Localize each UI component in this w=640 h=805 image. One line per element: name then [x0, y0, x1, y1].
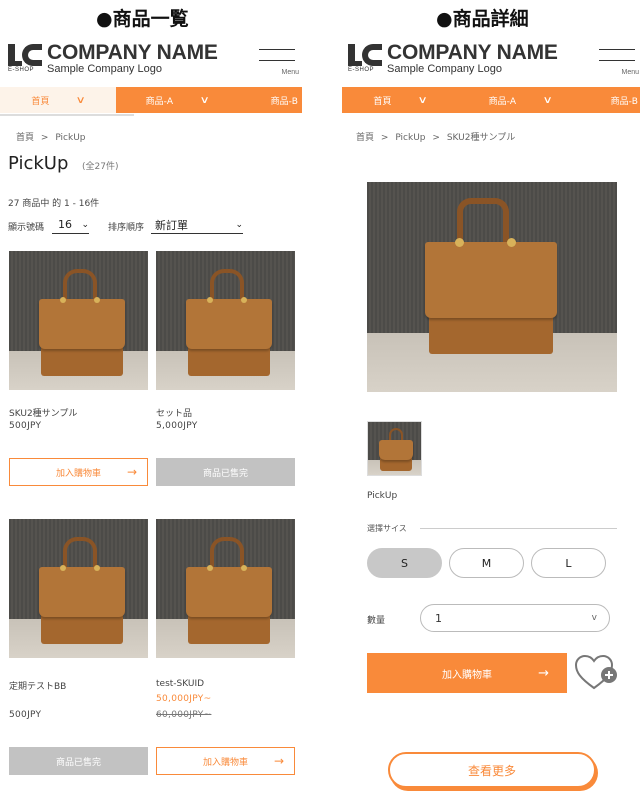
chevron-down-icon: ∨: [417, 94, 429, 106]
thumb-caption: PickUp: [367, 491, 398, 501]
sold-out-button: 商品已售完: [9, 747, 148, 775]
main-nav: 首頁 ∨ 商品-A ∨ 商品-B: [342, 87, 640, 113]
size-option-l[interactable]: L: [531, 548, 606, 578]
add-to-cart-button[interactable]: 加入購物車 →: [9, 458, 148, 486]
logo-sub: Sample Company Logo: [47, 63, 162, 75]
nav-item-home[interactable]: 首頁 ∨: [0, 87, 116, 113]
product-original-price: 60,000JPY~: [156, 710, 212, 720]
arrow-right-icon: →: [538, 665, 549, 681]
logo-sub: Sample Company Logo: [387, 63, 502, 75]
sort-select[interactable]: 新訂單 ⌄: [151, 216, 243, 234]
product-image[interactable]: [9, 519, 148, 658]
menu-button[interactable]: Menu: [599, 47, 639, 79]
heart-plus-icon[interactable]: [574, 654, 620, 694]
item-count: (全27件): [82, 162, 119, 172]
hamburger-icon: [259, 49, 295, 50]
right-section-title: ●商品詳細: [436, 8, 529, 30]
main-nav: 首頁 ∨ 商品-A ∨ 商品-B: [0, 87, 302, 113]
nav-item-a[interactable]: 商品-A ∨: [458, 87, 582, 113]
breadcrumb-home[interactable]: 首頁: [356, 133, 374, 143]
logo-mark-icon: E-SHOP: [348, 43, 382, 74]
product-image[interactable]: [9, 251, 148, 390]
sold-out-button: 商品已售完: [156, 458, 295, 486]
size-option-m[interactable]: M: [449, 548, 524, 578]
product-main-image[interactable]: [367, 182, 617, 392]
product-price: 500JPY: [9, 421, 42, 431]
chevron-down-icon: ⌄: [235, 219, 243, 230]
product-name[interactable]: SKU2種サンプル: [9, 406, 77, 419]
logo-name: COMPANY NAME: [387, 41, 558, 64]
product-name[interactable]: セット品: [156, 406, 192, 419]
quantity-select[interactable]: 1v: [420, 604, 610, 632]
page-title: PickUp: [8, 153, 69, 174]
arrow-right-icon: →: [273, 754, 284, 768]
nav-item-a[interactable]: 商品-A ∨: [116, 87, 238, 113]
size-option-s[interactable]: S: [367, 548, 442, 578]
breadcrumb-current: PickUp: [55, 133, 86, 143]
breadcrumb: 首頁 > PickUp: [16, 133, 86, 143]
size-label: 選擇サイス: [367, 524, 407, 533]
logo-name: COMPANY NAME: [47, 41, 218, 64]
result-count: 27 商品中 的 1 - 16件: [8, 199, 100, 209]
chevron-down-icon: ∨: [199, 94, 210, 106]
view-more-button[interactable]: 查看更多: [388, 752, 596, 788]
add-to-cart-button[interactable]: 加入購物車 →: [156, 747, 295, 775]
quantity-label: 數量: [367, 616, 386, 626]
nav-item-home[interactable]: 首頁 ∨: [342, 87, 458, 113]
product-name[interactable]: test-SKUID: [156, 679, 204, 689]
nav-item-b[interactable]: 商品-B: [582, 87, 640, 113]
product-sale-price: 50,000JPY~: [156, 694, 212, 704]
product-thumbnail[interactable]: [367, 421, 422, 476]
display-count-label: 顯示號碼: [8, 223, 45, 233]
breadcrumb-current: SKU2種サンプル: [446, 133, 516, 143]
chevron-down-icon: ∨: [75, 94, 87, 106]
sort-label: 排序順序: [108, 223, 145, 233]
left-section-title: ●商品一覧: [96, 8, 189, 30]
arrow-right-icon: →: [126, 465, 137, 479]
chevron-down-icon: v: [591, 613, 597, 623]
company-logo[interactable]: E-SHOP COMPANY NAME Sample Company Logo: [8, 42, 218, 75]
chevron-down-icon: ⌄: [81, 219, 89, 230]
breadcrumb-home[interactable]: 首頁: [16, 133, 34, 143]
hamburger-icon: [599, 49, 635, 50]
logo-mark-icon: E-SHOP: [8, 43, 42, 74]
product-price: 5,000JPY: [156, 421, 198, 431]
product-price: 500JPY: [9, 710, 42, 720]
menu-button[interactable]: Menu: [259, 47, 299, 79]
product-image[interactable]: [156, 519, 295, 658]
product-image[interactable]: [156, 251, 295, 390]
breadcrumb: 首頁 > PickUp > SKU2種サンプル: [356, 133, 516, 143]
breadcrumb-pickup[interactable]: PickUp: [395, 133, 425, 143]
company-logo[interactable]: E-SHOP COMPANY NAME Sample Company Logo: [348, 42, 558, 75]
display-count-select[interactable]: 16 ⌄: [52, 216, 89, 234]
product-name[interactable]: 定期テストBB: [9, 679, 66, 692]
nav-item-b[interactable]: 商品-B: [238, 87, 302, 113]
add-to-cart-button[interactable]: 加入購物車 →: [367, 653, 567, 693]
chevron-down-icon: ∨: [542, 94, 553, 106]
